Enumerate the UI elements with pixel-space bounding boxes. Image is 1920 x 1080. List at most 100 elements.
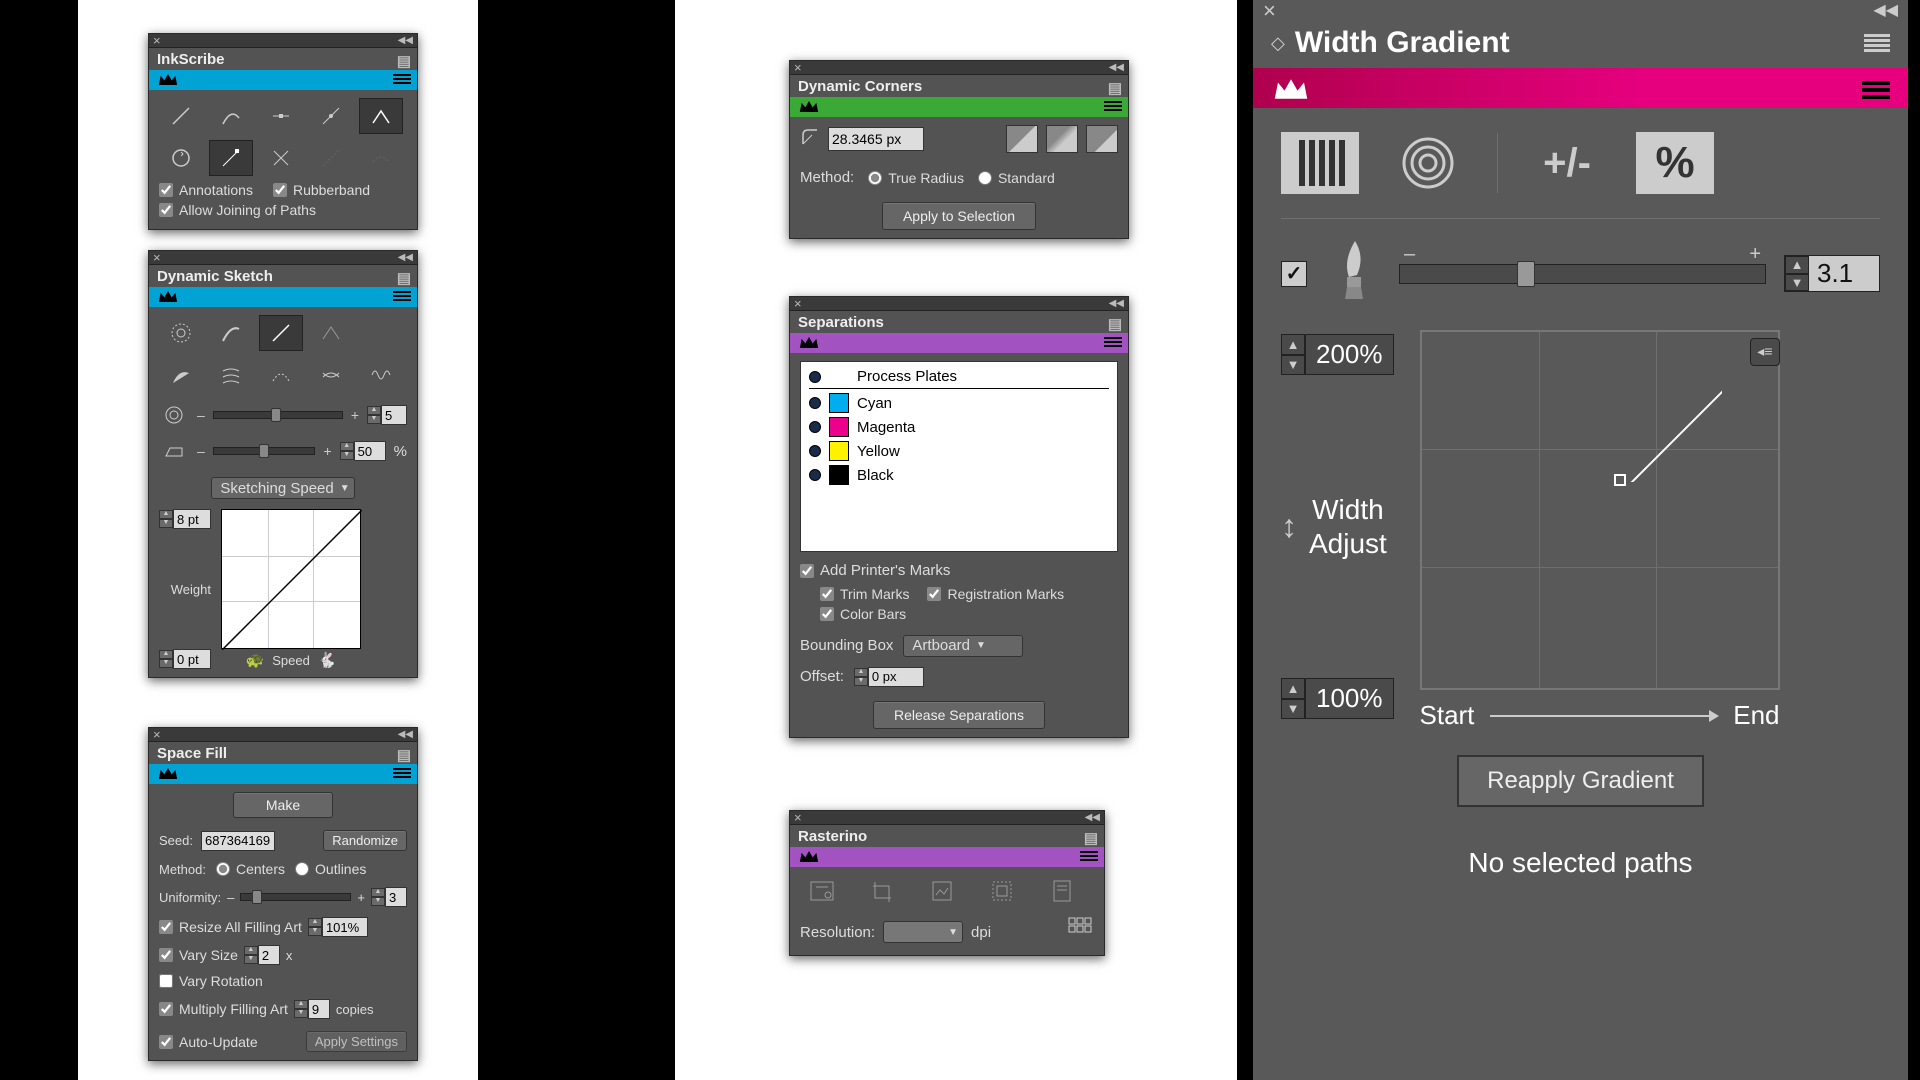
plate-radio[interactable] bbox=[809, 445, 821, 457]
brand-menu-icon[interactable] bbox=[1104, 335, 1122, 352]
anchor-mid-icon[interactable] bbox=[259, 98, 303, 134]
method-centers-radio[interactable]: Centers bbox=[216, 861, 285, 877]
panel-title-bar[interactable]: Space Fill▤ bbox=[149, 742, 417, 764]
uniformity-input[interactable]: ▲▼ bbox=[371, 887, 407, 907]
trim-marks-checkbox[interactable]: Trim Marks bbox=[820, 586, 909, 602]
value-b-input[interactable]: ▲▼ bbox=[340, 441, 386, 461]
node-edit-icon[interactable] bbox=[209, 140, 253, 176]
percent-mode-icon[interactable]: % bbox=[1636, 132, 1714, 194]
corner-style-1[interactable] bbox=[1006, 125, 1038, 153]
multiply-input[interactable]: ▲▼ bbox=[294, 999, 330, 1019]
panel-menu-icon[interactable]: ▤ bbox=[397, 52, 411, 70]
redo-circle-icon[interactable] bbox=[159, 140, 203, 176]
spiral-icon[interactable] bbox=[159, 401, 189, 429]
close-icon[interactable]: × bbox=[794, 296, 802, 311]
linear-mode-icon[interactable] bbox=[1281, 132, 1359, 194]
plate-row[interactable]: Yellow bbox=[809, 441, 1109, 461]
randomize-button[interactable]: Randomize bbox=[323, 830, 407, 851]
reapply-gradient-button[interactable]: Reapply Gradient bbox=[1457, 755, 1704, 807]
collapse-arrows-icon[interactable]: ◀◀ bbox=[1085, 812, 1100, 823]
brand-menu-icon[interactable] bbox=[1104, 99, 1122, 116]
brand-menu-icon[interactable] bbox=[393, 289, 411, 306]
grid-preset-icon[interactable] bbox=[1068, 917, 1094, 947]
make-button[interactable]: Make bbox=[233, 792, 333, 818]
tangent-tool-icon[interactable] bbox=[309, 98, 353, 134]
apply-selection-button[interactable]: Apply to Selection bbox=[882, 202, 1036, 230]
panel-collapse[interactable]: ×◀◀ bbox=[149, 728, 417, 742]
snap-tool-icon[interactable] bbox=[309, 140, 353, 176]
close-icon[interactable]: × bbox=[153, 727, 161, 742]
seed-input[interactable] bbox=[201, 831, 275, 851]
collapse-arrows-icon[interactable]: ◀◀ bbox=[1109, 298, 1124, 309]
annotations-checkbox[interactable]: Annotations bbox=[159, 182, 253, 198]
collapse-arrows-icon[interactable]: ◀◀ bbox=[1873, 0, 1898, 20]
close-icon[interactable]: × bbox=[153, 250, 161, 265]
close-icon[interactable]: × bbox=[794, 60, 802, 75]
color-bars-checkbox[interactable]: Color Bars bbox=[820, 606, 906, 622]
pct-bot-input[interactable]: ▲▼100% bbox=[1281, 678, 1394, 719]
plate-row[interactable]: Black bbox=[809, 465, 1109, 485]
pct-top-input[interactable]: ▲▼200% bbox=[1281, 334, 1394, 375]
collapse-arrows-icon[interactable]: ◀◀ bbox=[398, 252, 413, 263]
brush-size-input[interactable]: ▲▼ bbox=[1784, 255, 1880, 292]
panel-title-bar[interactable]: Dynamic Corners▤ bbox=[790, 75, 1128, 97]
collapse-arrows-icon[interactable]: ◀◀ bbox=[1109, 62, 1124, 73]
curve-tool-icon[interactable] bbox=[209, 98, 253, 134]
close-icon[interactable]: × bbox=[153, 33, 161, 48]
weight-speed-graph[interactable] bbox=[221, 509, 361, 649]
panel-title-bar[interactable]: Rasterino▤ bbox=[790, 825, 1104, 847]
panel-menu-icon[interactable]: ▤ bbox=[1084, 829, 1098, 847]
mode-select[interactable]: Sketching Speed▼ bbox=[211, 477, 354, 499]
embed-image-icon[interactable] bbox=[800, 875, 844, 907]
vary-rotation-checkbox[interactable]: Vary Rotation bbox=[159, 973, 263, 989]
uniformity-slider[interactable] bbox=[240, 893, 351, 901]
panel-menu-icon[interactable]: ▤ bbox=[397, 746, 411, 764]
panel-menu-icon[interactable]: ▤ bbox=[397, 269, 411, 287]
rubberband-checkbox[interactable]: Rubberband bbox=[273, 182, 370, 198]
pt-top-input[interactable]: ▲▼ bbox=[159, 509, 211, 529]
panel-title-bar[interactable]: Separations▤ bbox=[790, 311, 1128, 333]
panel-menu-icon[interactable]: ▤ bbox=[1108, 79, 1122, 97]
panel-title-bar[interactable]: Dynamic Sketch▤ bbox=[149, 265, 417, 287]
bbox-select[interactable]: Artboard▼ bbox=[903, 635, 1023, 657]
resize-input[interactable]: ▲▼ bbox=[308, 917, 368, 937]
panel-collapse[interactable]: × ◀◀ bbox=[149, 251, 417, 265]
panel-title-bar[interactable]: ◇ Width Gradient bbox=[1253, 18, 1908, 68]
plate-row[interactable]: Cyan bbox=[809, 393, 1109, 413]
wave-stroke-icon[interactable] bbox=[359, 357, 403, 393]
panel-collapse[interactable]: × ◀◀ bbox=[149, 34, 417, 48]
pt-bot-input[interactable]: ▲▼ bbox=[159, 649, 211, 669]
true-radius-radio[interactable]: True Radius bbox=[868, 170, 964, 186]
release-button[interactable]: Release Separations bbox=[873, 701, 1045, 729]
plate-radio[interactable] bbox=[809, 397, 821, 409]
swap-stroke-icon[interactable] bbox=[309, 357, 353, 393]
plate-row[interactable]: Magenta bbox=[809, 417, 1109, 437]
cross-tool-icon[interactable] bbox=[259, 140, 303, 176]
plate-radio[interactable] bbox=[809, 469, 821, 481]
quill-tool-icon[interactable] bbox=[209, 315, 253, 351]
vary-size-checkbox[interactable]: Vary Size bbox=[159, 947, 238, 963]
resize-checkbox[interactable]: Resize All Filling Art bbox=[159, 919, 302, 935]
curve-preset-icon[interactable]: ◂≡ bbox=[1750, 338, 1779, 366]
plate-radio[interactable] bbox=[809, 371, 821, 383]
method-outlines-radio[interactable]: Outlines bbox=[295, 861, 366, 877]
angle-tool-icon[interactable] bbox=[309, 315, 353, 351]
brand-menu-icon[interactable] bbox=[393, 766, 411, 783]
pen-line-tool-icon[interactable] bbox=[259, 315, 303, 351]
apply-settings-button[interactable]: Apply Settings bbox=[306, 1031, 407, 1052]
offset-input[interactable]: ▲▼ bbox=[854, 667, 924, 687]
brush-enable-checkbox[interactable]: ✓ bbox=[1281, 261, 1307, 287]
value-a-input[interactable]: ▲▼ bbox=[367, 405, 407, 425]
plus-minus-mode-icon[interactable]: +/- bbox=[1528, 132, 1606, 194]
collapse-arrows-icon[interactable]: ◀◀ bbox=[398, 35, 413, 46]
allow-joining-checkbox[interactable]: Allow Joining of Paths bbox=[159, 202, 316, 218]
curve-handle[interactable] bbox=[1614, 474, 1626, 486]
panel-menu-icon[interactable]: ▤ bbox=[1108, 315, 1122, 333]
gradient-curve-graph[interactable]: ◂≡ bbox=[1420, 330, 1780, 690]
vary-size-input[interactable]: ▲▼ bbox=[244, 945, 280, 965]
multi-stroke-icon[interactable] bbox=[209, 357, 253, 393]
panel-collapse[interactable]: × ◀◀ bbox=[790, 297, 1128, 311]
plates-list[interactable]: Process Plates Cyan Magenta Yellow Black bbox=[800, 361, 1118, 552]
auto-update-checkbox[interactable]: Auto-Update bbox=[159, 1034, 258, 1050]
slider-b[interactable] bbox=[213, 447, 316, 455]
